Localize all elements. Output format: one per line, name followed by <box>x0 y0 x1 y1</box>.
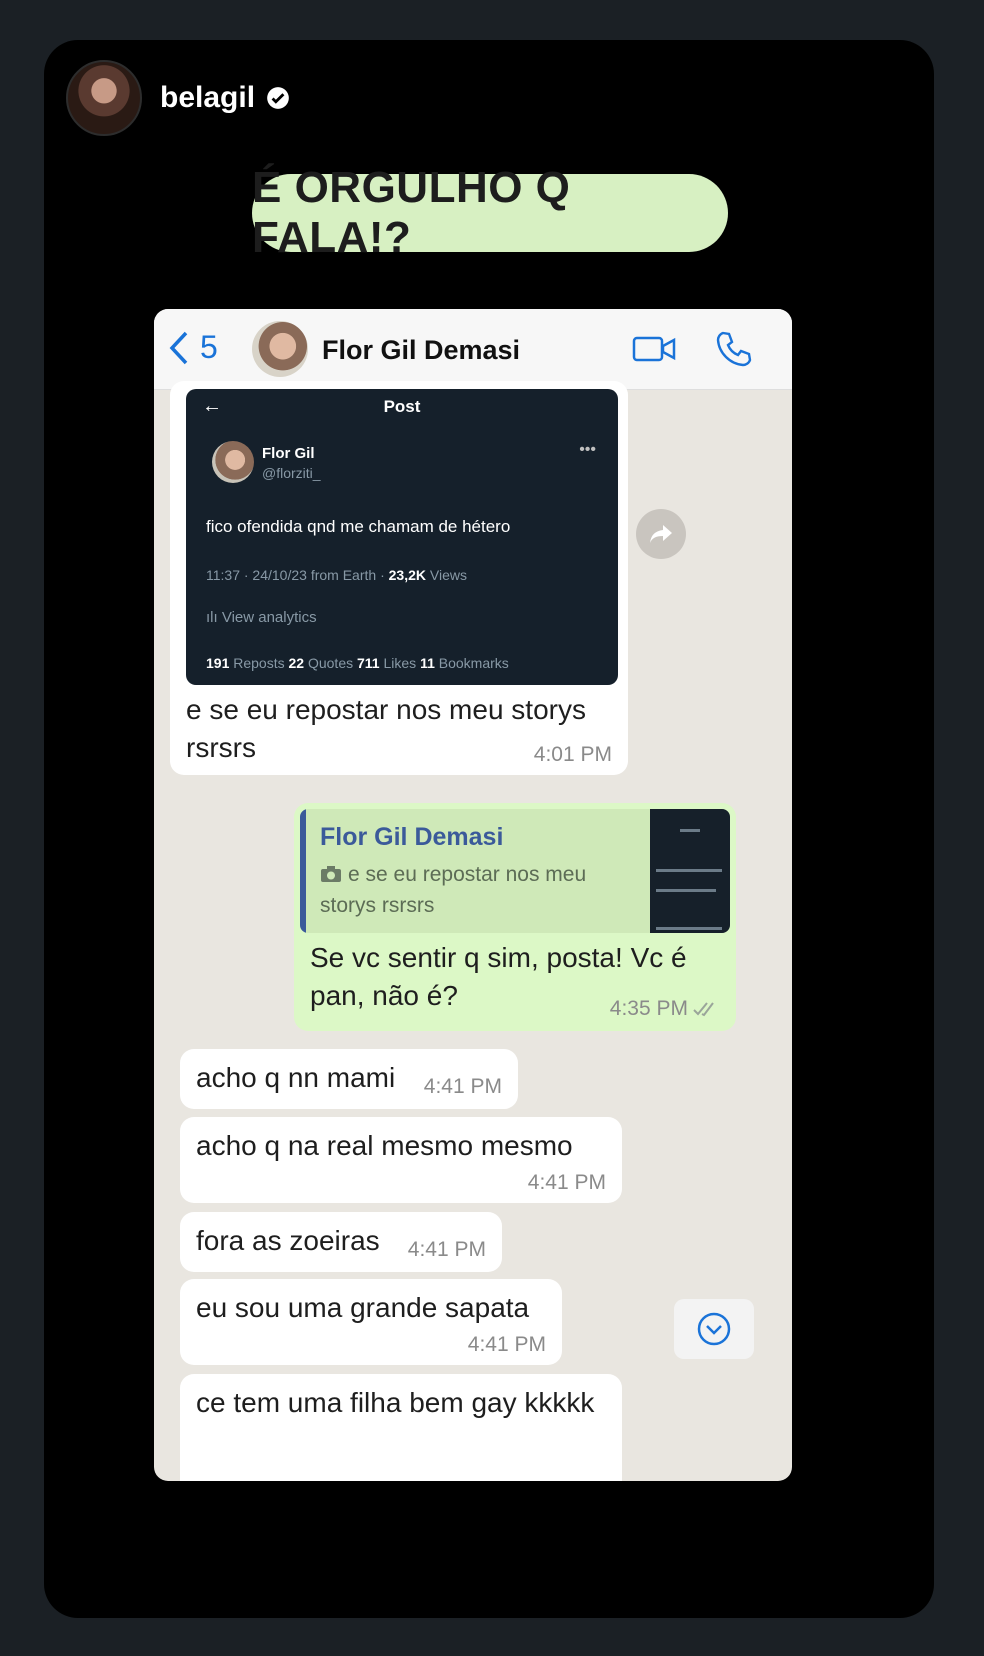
tweet-header: Post <box>383 397 421 416</box>
message-time: 4:41 PM <box>467 1333 546 1356</box>
contact-avatar[interactable] <box>252 321 308 377</box>
message-bubble-incoming[interactable]: fora as zoeiras 4:41 PM <box>180 1212 502 1272</box>
chevron-down-icon <box>697 1312 731 1346</box>
contact-name[interactable]: Flor Gil Demasi <box>322 335 520 366</box>
message-text: acho q nn mami <box>196 1062 396 1093</box>
chat-header: 5 Flor Gil Demasi <box>154 309 792 390</box>
story-frame: belagil É ORGULHO Q FALA!? 5 Flor Gil De… <box>44 40 934 1618</box>
video-call-icon[interactable] <box>632 333 678 365</box>
double-check-icon <box>693 1002 714 1017</box>
message-time: 4:41 PM <box>407 1238 486 1261</box>
message-time: 4:01 PM <box>533 743 612 766</box>
message-text: eu sou uma grande sapata <box>196 1292 530 1323</box>
message-text: fora as zoeiras <box>196 1225 380 1256</box>
message-bubble-outgoing[interactable]: Flor Gil Demasi e se eu repostar nos meu… <box>294 803 736 1031</box>
message-time: 4:41 PM <box>423 1075 502 1098</box>
phone-call-icon[interactable] <box>714 329 754 369</box>
more-icon: ••• <box>579 441 596 458</box>
scroll-down-button[interactable] <box>674 1299 754 1359</box>
message-bubble-incoming[interactable]: ← Post Flor Gil @florziti_ ••• fico ofen… <box>170 381 628 775</box>
quote-author: Flor Gil Demasi <box>320 823 504 851</box>
quote-thumbnail <box>650 809 730 933</box>
message-time: 4:35 PM <box>610 997 720 1021</box>
tweet-avatar <box>212 441 254 483</box>
message-time: 4:41 PM <box>527 1171 606 1194</box>
tweet-text: fico ofendida qnd me chamam de hétero <box>206 517 511 536</box>
tweet-stats: 191 Reposts 22 Quotes 711 Likes 11 Bookm… <box>206 655 509 671</box>
quote-text: e se eu repostar nos meu storys rsrsrs <box>320 863 587 917</box>
text-sticker: É ORGULHO Q FALA!? <box>252 163 728 262</box>
message-bubble-incoming[interactable]: eu sou uma grande sapata 4:41 PM <box>180 1279 562 1365</box>
tweet-author-name: Flor Gil <box>262 445 315 462</box>
message-text: acho q na real mesmo mesmo <box>196 1130 573 1161</box>
avatar[interactable] <box>66 60 142 136</box>
forward-icon <box>650 525 672 543</box>
forward-button[interactable] <box>636 509 686 559</box>
tweet-analytics: ılı View analytics <box>206 609 317 626</box>
message-bubble-incoming[interactable]: acho q nn mami 4:41 PM <box>180 1049 518 1109</box>
verified-icon <box>267 87 289 109</box>
message-bubble-incoming[interactable]: ce tem uma filha bem gay kkkkk <box>180 1374 622 1481</box>
unread-count: 5 <box>200 329 218 365</box>
quoted-message[interactable]: Flor Gil Demasi e se eu repostar nos meu… <box>300 809 730 933</box>
whatsapp-screenshot: 5 Flor Gil Demasi ← Post Flor Gil @florz… <box>154 309 792 1481</box>
camera-icon <box>321 866 341 882</box>
tweet-screenshot[interactable]: ← Post Flor Gil @florziti_ ••• fico ofen… <box>186 389 618 685</box>
quote-bar <box>300 809 306 933</box>
analytics-icon: ılı <box>206 609 222 626</box>
chevron-left-icon <box>169 331 188 364</box>
back-button[interactable]: 5 <box>168 329 218 366</box>
message-bubble-incoming[interactable]: acho q na real mesmo mesmo 4:41 PM <box>180 1117 622 1203</box>
message-text: ce tem uma filha bem gay kkkkk <box>196 1387 595 1418</box>
tweet-meta: 11:37 · 24/10/23 from Earth · 23,2K View… <box>206 567 467 583</box>
story-header: belagil <box>66 58 291 138</box>
tweet-handle: @florziti_ <box>262 465 321 481</box>
username[interactable]: belagil <box>160 81 255 115</box>
